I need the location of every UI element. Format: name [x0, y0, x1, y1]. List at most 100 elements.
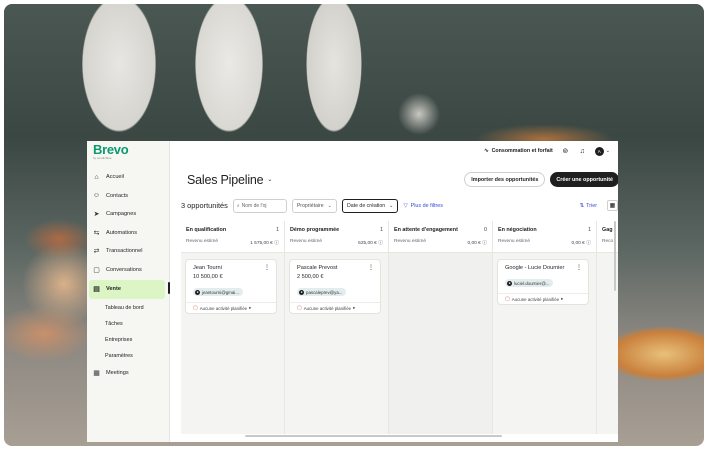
deal-amount: 10 500,00 € [193, 274, 223, 280]
activity-label: Aucune activité planifiée [199, 305, 248, 311]
deal-card[interactable]: Jean Tourni ⋮ 10 500,00 € ● jeantourni@gm… [185, 259, 277, 314]
sidebar-item-transactionnel[interactable]: ⇄ Transactionnel [87, 242, 169, 261]
column-title: En qualification [186, 227, 227, 233]
sidebar-item-vente[interactable]: ▤ Vente [89, 280, 165, 299]
info-icon: ⓘ [378, 241, 383, 246]
estimated-revenue-label: Reco [602, 239, 614, 244]
contact-email: jeantourni@gmai... [202, 289, 239, 295]
column-title: Gag [602, 227, 613, 233]
caret-right-icon: ▸ [353, 305, 356, 310]
avatar: A [594, 146, 604, 156]
sidebar-item-label: Accueil [106, 174, 125, 181]
column-count: 1 [588, 227, 591, 233]
activity-row[interactable]: ▢ Aucune activité planifiée ▸ [290, 302, 380, 313]
filter-icon: ▽ [403, 202, 408, 209]
sidebar-subitem-entreprises[interactable]: Entreprises [87, 332, 169, 348]
deal-card[interactable]: Google - Lucie Dournier ⋮ ● luciel.dourni… [497, 259, 589, 305]
sidebar-item-campagnes[interactable]: ➤ Campagnes [87, 205, 169, 224]
activity-label: Aucune activité planifiée [511, 296, 560, 302]
brevo-logo[interactable]: Brevo [87, 143, 169, 156]
estimated-revenue-label: Revenu estimé [394, 239, 426, 244]
pulse-icon: ∿ [484, 148, 489, 154]
column-header: En qualification 1 Revenu estimé 1 575,00 … [181, 221, 284, 253]
column-title: En attente d'engagement [394, 227, 458, 233]
background-light [24, 219, 94, 259]
column-title: Démo programmée [290, 227, 340, 233]
pipeline-column: En qualification 1 Revenu estimé 1 575,00 … [181, 221, 285, 434]
deal-name: Jean Tourni [193, 265, 222, 271]
consumption-link[interactable]: ∿ Consommation et forfait [484, 148, 553, 154]
top-bar: ∿ Consommation et forfait ⊚ ♫ A ⌄ [170, 141, 618, 161]
sidebar-item-contacts[interactable]: ☺ Contacts [87, 187, 169, 206]
pipeline-column: En attente d'engagement 0 Revenu estimé 0,… [389, 221, 493, 434]
sidebar-item-label: Campagnes [106, 211, 137, 218]
column-body: Google - Lucie Dournier ⋮ ● luciel.dourni… [493, 253, 596, 434]
contact-chip[interactable]: ● luciel.dournier@... [505, 279, 554, 287]
sidebar-item-label: Automations [106, 229, 138, 236]
sidebar-item-accueil[interactable]: ⌂ Accueil [87, 168, 169, 187]
activity-row[interactable]: ▢ Aucune activité planifiée ▸ [498, 293, 588, 304]
calendar-icon: ▢ [505, 296, 510, 302]
column-header: En attente d'engagement 0 Revenu estimé 0,… [389, 221, 492, 253]
column-count: 1 [380, 227, 383, 233]
search-input[interactable]: ⌕ Nom de l'oj [232, 198, 287, 213]
brand-tagline: by sendinblue [93, 156, 112, 160]
sidebar-item-meetings[interactable]: ▦ Meetings [87, 364, 169, 383]
view-toggle: ▦ ☰ [607, 200, 618, 211]
info-icon: ⓘ [274, 241, 279, 246]
activity-label: Aucune activité planifiée [303, 305, 352, 311]
column-body: Pascale Prevost ⋮ 2 500,00 € ● pascalepre… [285, 253, 388, 434]
sidebar-subitem-taches[interactable]: Tâches [87, 316, 169, 332]
chevron-down-icon: ⌄ [267, 177, 273, 183]
caret-right-icon: ▸ [249, 305, 252, 310]
sort-icon: ⇅ [579, 202, 585, 209]
more-filters-label: Plus de filtres [410, 202, 443, 209]
info-icon: ⓘ [586, 241, 591, 246]
contacts-icon: ☺ [92, 192, 101, 200]
board-view-icon[interactable]: ▦ [607, 200, 618, 211]
account-menu[interactable]: A ⌄ [594, 146, 610, 156]
consumption-label: Consommation et forfait [491, 148, 553, 154]
help-icon[interactable]: ⊚ [561, 147, 570, 156]
more-options-icon[interactable]: ⋮ [576, 264, 582, 271]
horizontal-scrollbar[interactable] [245, 435, 502, 437]
column-header: Démo programmée 1 Revenu estimé 625,00 € ⓘ [285, 221, 388, 253]
chat-icon: ▢ [93, 266, 100, 274]
pipeline-selector[interactable]: Sales Pipeline ⌄ [187, 173, 272, 187]
notification-icon[interactable]: ♫ [578, 147, 587, 156]
estimated-revenue-amount: 0,00 € [571, 241, 585, 246]
estimated-revenue-label: Revenu estimé [290, 239, 322, 244]
page-header: Sales Pipeline ⌄ Importer des opportunit… [187, 172, 618, 187]
contact-chip[interactable]: ● pascaleprev@ya... [297, 288, 347, 296]
send-icon: ➤ [93, 211, 100, 219]
app-window: Brevo by sendinblue ⌂ Accueil ☺ Contacts… [87, 141, 618, 442]
date-filter-select[interactable]: Date de création ⌄ [342, 198, 399, 213]
contact-chip[interactable]: ● jeantourni@gmai... [193, 288, 243, 296]
calendar-icon: ▦ [93, 369, 100, 377]
pipeline-column: Démo programmée 1 Revenu estimé 625,00 € ⓘ… [285, 221, 389, 434]
contact-email: pascaleprev@ya... [306, 289, 343, 295]
more-filters-button[interactable]: ▽ Plus de filtres [403, 203, 443, 209]
create-opportunity-button[interactable]: Créer une opportunité [550, 172, 618, 187]
column-count: 0 [484, 227, 487, 233]
more-options-icon[interactable]: ⋮ [264, 264, 270, 271]
column-count: 1 [276, 227, 279, 233]
sidebar-item-label: Vente [106, 286, 121, 293]
deal-card[interactable]: Pascale Prevost ⋮ 2 500,00 € ● pascalepre… [289, 259, 381, 314]
contact-icon: ● [195, 289, 200, 295]
sidebar-item-conversations[interactable]: ▢ Conversations [87, 261, 169, 280]
caret-right-icon: ▸ [561, 296, 564, 301]
filter-bar: 3 opportunités ⌕ Nom de l'oj Propriétair… [181, 198, 618, 213]
column-title: En négociation [498, 227, 537, 233]
activity-row[interactable]: ▢ Aucune activité planifiée ▸ [186, 302, 276, 313]
owner-filter-select[interactable]: Propriétaire ⌄ [291, 198, 338, 213]
sort-button[interactable]: ⇅ Trier [580, 203, 597, 209]
sidebar-subitem-tableau-de-bord[interactable]: Tableau de bord [87, 300, 169, 316]
sidebar-item-automations[interactable]: ⇆ Automations [87, 224, 169, 243]
import-opportunities-button[interactable]: Importer des opportunités [464, 172, 546, 187]
vertical-scrollbar[interactable] [614, 221, 616, 291]
more-options-icon[interactable]: ⋮ [368, 264, 374, 271]
sidebar-subitem-parametres[interactable]: Paramètres [87, 348, 169, 364]
chevron-down-icon: ⌄ [327, 202, 333, 209]
chevron-down-icon: ⌄ [605, 148, 610, 154]
